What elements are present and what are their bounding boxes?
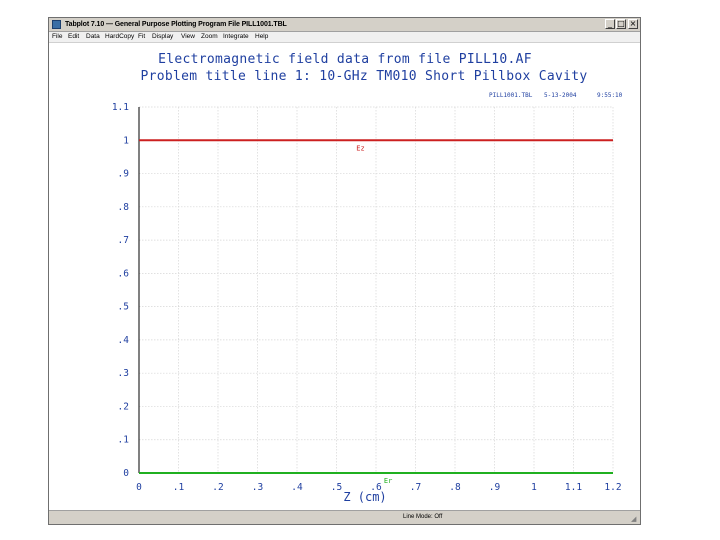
y-tick-label: 1 [123,135,129,146]
close-button[interactable]: × [628,19,638,29]
stamp-file: PILL1001.TBL [489,92,533,99]
x-tick-label: .5 [331,482,342,493]
menu-fit[interactable]: Fit [138,32,145,42]
y-tick-label: 1.1 [112,102,129,113]
menu-file[interactable]: File [52,32,62,42]
y-tick-label: 0 [123,468,129,479]
y-tick-label: .5 [118,302,129,313]
menu-hardcopy[interactable]: HardCopy [105,32,134,42]
series-label-ez: Ez [356,144,364,152]
stamp-date: 5-13-2004 [544,92,577,99]
maximize-button[interactable]: □ [616,19,626,29]
x-tick-label: 0 [136,482,142,493]
title-bar[interactable]: Tabplot 7.10 — General Purpose Plotting … [49,18,640,32]
minimize-button[interactable]: _ [605,19,615,29]
y-tick-label: .7 [118,235,129,246]
status-bar: Line Mode: Off ◢ [49,510,640,524]
status-text: Line Mode: Off [403,514,443,520]
x-tick-label: 1.2 [604,482,621,493]
y-tick-label: .1 [118,435,130,446]
plot-canvas[interactable]: Electromagnetic field data from file PIL… [49,43,641,512]
x-tick-label: .7 [410,482,421,493]
menu-view[interactable]: View [181,32,195,42]
x-tick-label: .4 [291,482,303,493]
x-axis-label: Z (cm) [343,490,386,504]
menu-zoom[interactable]: Zoom [201,32,218,42]
plot-title-line-2: Problem title line 1: 10-GHz TM010 Short… [141,69,588,84]
y-tick-label: .8 [118,202,130,213]
menu-display[interactable]: Display [152,32,173,42]
app-icon [52,20,61,29]
y-tick-label: .9 [118,169,130,180]
app-window: Tabplot 7.10 — General Purpose Plotting … [48,17,641,525]
plot-title-line-1: Electromagnetic field data from file PIL… [158,52,532,67]
x-tick-label: .1 [173,482,185,493]
x-tick-label: .8 [449,482,461,493]
x-tick-label: .3 [252,482,263,493]
x-tick-label: 1 [531,482,537,493]
x-tick-label: .9 [489,482,501,493]
x-tick-label: 1.1 [565,482,582,493]
window-title: Tabplot 7.10 — General Purpose Plotting … [65,21,287,28]
menu-edit[interactable]: Edit [68,32,79,42]
y-tick-label: .4 [118,335,130,346]
menu-data[interactable]: Data [86,32,100,42]
y-tick-label: .6 [118,268,130,279]
y-tick-label: .2 [118,401,129,412]
menu-bar: File Edit Data HardCopy Fit Display View… [49,32,640,43]
menu-integrate[interactable]: Integrate [223,32,249,42]
menu-help[interactable]: Help [255,32,268,42]
series-label-er: Er [384,477,392,485]
resize-grip-icon[interactable]: ◢ [631,515,639,523]
y-tick-label: .3 [118,368,129,379]
grid [139,106,614,473]
stamp-time: 9:55:10 [597,92,623,99]
x-tick-label: .2 [212,482,223,493]
plot-area[interactable]: Electromagnetic field data from file PIL… [49,43,641,512]
tick-labels: 0.1.2.3.4.5.6.7.8.9 1 1.1 1.20.1.2.3.4.5.6.… [112,102,622,493]
